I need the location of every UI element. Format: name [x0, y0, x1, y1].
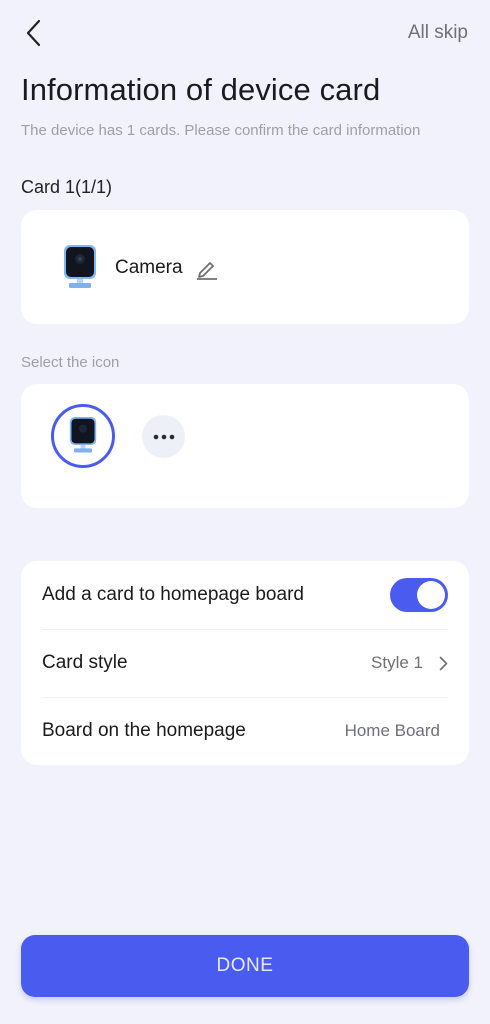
add-card-label: Add a card to homepage board [42, 584, 304, 605]
icon-picker-panel [21, 384, 469, 508]
card-style-row[interactable]: Card style Style 1 [21, 629, 469, 697]
toggle-knob [417, 581, 445, 609]
card-settings-panel: Add a card to homepage board Card style … [21, 561, 469, 765]
board-label: Board on the homepage [42, 720, 246, 741]
card-style-label: Card style [42, 652, 128, 673]
card-count-label: Card 1(1/1) [21, 177, 113, 197]
page-subtitle: The device has 1 cards. Please confirm t… [21, 122, 421, 139]
select-icon-label: Select the icon [21, 354, 120, 371]
board-row[interactable]: Board on the homepage Home Board [21, 697, 469, 765]
camera-icon [63, 244, 97, 297]
device-card-setup-screen: All skip Information of device card The … [0, 0, 490, 1024]
page-title: Information of device card [21, 72, 381, 107]
card-style-value-group: Style 1 [371, 653, 448, 673]
pencil-icon[interactable] [195, 256, 219, 285]
chevron-left-icon [26, 19, 41, 47]
more-icons-button[interactable] [142, 415, 185, 458]
camera-icon [69, 417, 97, 453]
icon-option-camera[interactable] [51, 404, 115, 468]
done-button[interactable]: DONE [21, 935, 469, 997]
back-button[interactable] [18, 16, 48, 50]
board-value: Home Board [344, 721, 440, 740]
add-card-toggle[interactable] [390, 578, 448, 612]
all-skip-button[interactable]: All skip [408, 22, 468, 44]
more-icon [153, 434, 174, 439]
add-card-row: Add a card to homepage board [21, 561, 469, 629]
card-style-value: Style 1 [371, 653, 423, 672]
device-name: Camera [115, 257, 183, 278]
device-card-panel: Camera [21, 210, 469, 324]
chevron-right-icon [439, 656, 448, 670]
